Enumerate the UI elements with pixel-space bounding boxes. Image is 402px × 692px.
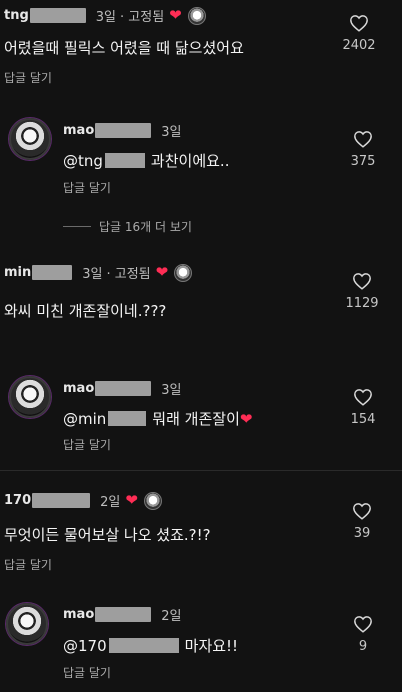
comment-4: mao 3일 @min 뭐래 개존잘이❤ 답글 달기 154 — [0, 368, 402, 458]
like-button[interactable]: 9 — [343, 615, 383, 654]
comment-body: 마자요!! — [184, 637, 239, 655]
reply-button[interactable]: 답글 달기 — [63, 436, 111, 453]
like-count: 1129 — [345, 296, 379, 311]
comment-time: 3일 — [161, 383, 182, 398]
redacted-mention — [108, 411, 147, 426]
like-button[interactable]: 154 — [343, 388, 383, 427]
comment-2: mao 3일 @tng 과찬이에요.. 답글 달기 375 — [0, 110, 402, 200]
heart-emoji-icon: ❤ — [239, 410, 253, 428]
comment-username[interactable]: mao — [63, 123, 94, 138]
redacted-mention — [104, 153, 145, 168]
heart-filled-icon: ❤ — [169, 6, 182, 24]
reply-button[interactable]: 답글 달기 — [4, 556, 52, 573]
like-count: 375 — [350, 154, 376, 169]
comment-meta: 170 2일 ❤ — [4, 491, 162, 510]
like-button[interactable]: 2402 — [339, 14, 379, 53]
avatar[interactable] — [9, 376, 51, 418]
comment-text: @tng 과찬이에요.. — [63, 150, 229, 171]
mention[interactable]: @tng — [63, 152, 103, 170]
comment-time: 2일 — [100, 495, 121, 510]
heart-filled-icon: ❤ — [155, 263, 169, 281]
heart-outline-icon — [353, 273, 371, 290]
comment-1: tng 3일 · 고정됨 ❤ 어렸을때 필릭스 어렸을 때 닮으셨어요 답글 달… — [0, 0, 402, 90]
comment-text: @170 마자요!! — [63, 635, 238, 656]
redacted-username — [95, 607, 152, 622]
reply-button[interactable]: 답글 달기 — [63, 179, 111, 196]
reply-button[interactable]: 답글 달기 — [4, 69, 52, 86]
comment-text: @min 뭐래 개존잘이❤ — [63, 408, 252, 429]
avatar[interactable] — [6, 603, 48, 645]
pinned-label: · 고정됨 — [106, 267, 151, 282]
comment-time: 3일 — [95, 10, 117, 25]
view-more-label: 답글 16개 더 보기 — [99, 220, 192, 234]
comment-time: 3일 — [82, 267, 103, 282]
comment-meta: mao 2일 — [63, 605, 181, 624]
comment-meta: mao 3일 — [63, 121, 181, 140]
like-count: 9 — [358, 639, 368, 654]
like-count: 39 — [353, 526, 371, 541]
mention[interactable]: @min — [63, 410, 106, 428]
comment-time: 3일 — [161, 125, 182, 140]
heart-outline-icon — [354, 616, 372, 633]
avatar[interactable] — [9, 118, 51, 160]
heart-outline-icon — [354, 131, 372, 148]
comment-text: 어렸을때 필릭스 어렸을 때 닮으셨어요 — [4, 39, 244, 57]
pinned-label: · 고정됨 — [120, 10, 165, 25]
comment-username[interactable]: tng — [4, 8, 29, 23]
like-count: 154 — [350, 412, 376, 427]
like-count: 2402 — [342, 38, 376, 53]
creator-avatar-icon — [143, 491, 162, 510]
section-divider — [0, 470, 402, 471]
like-button[interactable]: 375 — [343, 130, 383, 169]
heart-outline-icon — [354, 389, 372, 406]
comment-username[interactable]: min — [4, 265, 31, 280]
creator-avatar-icon — [187, 6, 206, 25]
view-more-replies[interactable]: 답글 16개 더 보기 — [63, 218, 192, 235]
comment-meta: tng 3일 · 고정됨 ❤ — [4, 6, 206, 25]
redacted-username — [95, 381, 152, 396]
mention[interactable]: @170 — [63, 637, 107, 655]
redacted-username — [95, 123, 152, 138]
redacted-mention — [108, 638, 179, 653]
redacted-username — [32, 493, 91, 508]
heart-filled-icon: ❤ — [125, 491, 138, 509]
heart-outline-icon — [353, 503, 371, 520]
comment-meta: min 3일 · 고정됨 ❤ — [4, 263, 193, 282]
comment-body: 뭐래 개존잘이 — [152, 410, 240, 428]
comment-text: 무엇이든 물어보살 나오 셨죠.?!? — [4, 526, 211, 544]
divider-line — [63, 226, 91, 227]
comment-username[interactable]: 170 — [4, 493, 31, 508]
comment-username[interactable]: mao — [63, 381, 94, 396]
redacted-username — [32, 265, 73, 280]
comment-5: 170 2일 ❤ 무엇이든 물어보살 나오 셨죠.?!? 답글 달기 39 — [0, 484, 402, 574]
comment-time: 2일 — [161, 609, 182, 624]
comment-3: min 3일 · 고정됨 ❤ 와씨 미친 개존잘이네.??? 1129 — [0, 256, 402, 346]
comment-text: 와씨 미친 개존잘이네.??? — [4, 302, 167, 320]
comment-username[interactable]: mao — [63, 607, 94, 622]
comment-6: mao 2일 @170 마자요!! 답글 달기 9 — [0, 597, 402, 687]
like-button[interactable]: 1129 — [342, 272, 382, 311]
like-button[interactable]: 39 — [342, 502, 382, 541]
comment-body: 과찬이에요.. — [150, 152, 230, 170]
heart-outline-icon — [350, 15, 368, 32]
redacted-username — [29, 8, 86, 23]
creator-avatar-icon — [174, 263, 193, 282]
reply-button[interactable]: 답글 달기 — [63, 664, 111, 681]
comment-meta: mao 3일 — [63, 379, 181, 398]
